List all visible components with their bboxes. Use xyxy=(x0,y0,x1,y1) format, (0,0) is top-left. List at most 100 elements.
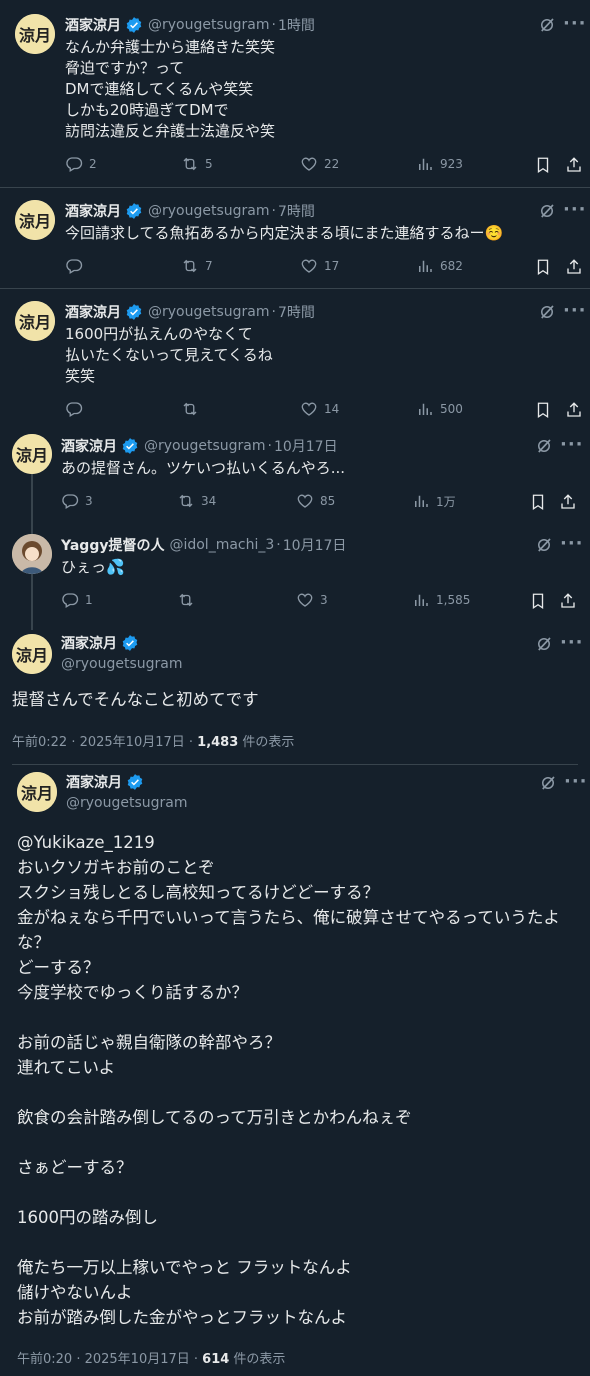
retweet-button[interactable]: 7 xyxy=(181,257,213,275)
tweet-meta: 午前0:22 · 2025年10月17日 · 1,483 件の表示 xyxy=(12,731,294,750)
avatar[interactable] xyxy=(15,301,55,341)
bookmark-icon[interactable] xyxy=(534,156,552,174)
more-icon[interactable]: ··· xyxy=(563,302,587,320)
timestamp[interactable]: 10月17日 xyxy=(283,535,347,555)
like-count: 3 xyxy=(320,593,328,607)
views-button[interactable]: 682 xyxy=(416,257,463,275)
like-icon xyxy=(300,155,318,173)
timestamp[interactable]: 1時間 xyxy=(278,15,315,35)
reply-icon xyxy=(65,400,83,418)
tweet-2[interactable]: 酒家涼月 @ryougetsugram · 7時間 ··· 今回請求してる魚拓あ… xyxy=(0,188,590,288)
tweet-text: あの提督さん。ツケいつ払いくるんやろ... xyxy=(61,459,346,477)
grok-icon[interactable] xyxy=(538,16,556,34)
grok-icon[interactable] xyxy=(535,536,553,554)
action-bar: 2 5 22 923 xyxy=(65,155,590,175)
handle-row: @ryougetsugram xyxy=(61,653,183,675)
reply-button[interactable]: 3 xyxy=(61,492,93,510)
share-icon[interactable] xyxy=(565,156,583,174)
views-icon xyxy=(416,257,434,275)
tweet-3[interactable]: 酒家涼月 @ryougetsugram · 7時間 ··· 1600円が払えんの… xyxy=(0,289,590,427)
like-button[interactable]: 3 xyxy=(296,591,328,609)
verified-badge-icon xyxy=(121,634,139,652)
grok-icon[interactable] xyxy=(539,774,557,792)
focused-tweet[interactable]: 酒家涼月 @ryougetsugram ··· 提督さんでそんなこと初めてです … xyxy=(0,628,590,763)
retweet-button[interactable]: 34 xyxy=(177,492,216,510)
display-name[interactable]: 酒家涼月 xyxy=(61,633,117,653)
grok-icon[interactable] xyxy=(535,437,553,455)
separator-dot: · xyxy=(276,537,281,553)
display-name[interactable]: 酒家涼月 xyxy=(61,436,117,456)
share-icon[interactable] xyxy=(565,258,583,276)
views-count: 614 xyxy=(202,1352,230,1367)
handle[interactable]: @ryougetsugram xyxy=(148,304,270,320)
bookmark-icon[interactable] xyxy=(534,258,552,276)
like-button[interactable]: 17 xyxy=(300,257,339,275)
views-button[interactable]: 923 xyxy=(416,155,463,173)
action-bar: 14 500 xyxy=(65,400,590,420)
retweet-button[interactable]: 5 xyxy=(181,155,213,173)
post-timestamp[interactable]: 午前0:22 · 2025年10月17日 · xyxy=(12,735,197,750)
like-icon xyxy=(300,400,318,418)
reply-button[interactable] xyxy=(65,257,89,275)
more-icon[interactable]: ··· xyxy=(564,773,588,791)
display-name-row: 酒家涼月 xyxy=(66,771,144,793)
more-icon[interactable]: ··· xyxy=(560,634,584,652)
timestamp[interactable]: 7時間 xyxy=(278,201,315,221)
bookmark-icon[interactable] xyxy=(529,493,547,511)
more-icon[interactable]: ··· xyxy=(563,15,587,33)
views-button[interactable]: 500 xyxy=(416,400,463,418)
views-icon xyxy=(412,492,430,510)
like-button[interactable]: 22 xyxy=(300,155,339,173)
like-button[interactable]: 85 xyxy=(296,492,335,510)
post-timestamp[interactable]: 午前0:20 · 2025年10月17日 · xyxy=(17,1352,202,1367)
avatar[interactable] xyxy=(17,772,57,812)
timestamp[interactable]: 10月17日 xyxy=(274,436,338,456)
views-button[interactable]: 1万 xyxy=(412,492,456,510)
timestamp[interactable]: 7時間 xyxy=(278,302,315,322)
share-icon[interactable] xyxy=(559,592,577,610)
grok-icon[interactable] xyxy=(538,202,556,220)
reply-button[interactable] xyxy=(65,400,89,418)
views-count: 500 xyxy=(440,402,463,416)
avatar[interactable] xyxy=(15,200,55,240)
more-icon[interactable]: ··· xyxy=(560,436,584,454)
more-icon[interactable]: ··· xyxy=(560,535,584,553)
bookmark-icon[interactable] xyxy=(529,592,547,610)
grok-icon[interactable] xyxy=(535,635,553,653)
avatar[interactable] xyxy=(12,634,52,674)
views-count: 1,585 xyxy=(436,593,471,607)
display-name[interactable]: Yaggy提督の人 xyxy=(61,535,164,555)
avatar[interactable] xyxy=(12,434,52,474)
quoted-tweet[interactable]: 酒家涼月 @ryougetsugram ··· @Yukikaze_1219 お… xyxy=(0,765,590,1376)
display-name[interactable]: 酒家涼月 xyxy=(65,15,121,35)
views-button[interactable]: 1,585 xyxy=(412,591,470,609)
handle[interactable]: @ryougetsugram xyxy=(66,795,188,811)
retweet-icon xyxy=(181,257,199,275)
verified-badge-icon xyxy=(126,773,144,791)
reply-button[interactable]: 2 xyxy=(65,155,97,173)
retweet-button[interactable] xyxy=(177,591,201,609)
share-icon[interactable] xyxy=(559,493,577,511)
more-icon[interactable]: ··· xyxy=(563,201,587,219)
like-button[interactable]: 14 xyxy=(300,400,339,418)
handle[interactable]: @ryougetsugram xyxy=(148,17,270,33)
tweet-4[interactable]: 酒家涼月 @ryougetsugram · 10月17日 ··· あの提督さん。… xyxy=(0,428,590,528)
display-name[interactable]: 酒家涼月 xyxy=(65,201,121,221)
handle[interactable]: @ryougetsugram xyxy=(144,438,266,454)
reply-button[interactable]: 1 xyxy=(61,591,93,609)
avatar[interactable] xyxy=(15,14,55,54)
handle[interactable]: @idol_machi_3 xyxy=(169,537,274,553)
display-name[interactable]: 酒家涼月 xyxy=(66,772,122,792)
grok-icon[interactable] xyxy=(538,303,556,321)
retweet-icon xyxy=(181,400,199,418)
retweet-button[interactable] xyxy=(181,400,205,418)
handle[interactable]: @ryougetsugram xyxy=(148,203,270,219)
share-icon[interactable] xyxy=(565,401,583,419)
tweet-5[interactable]: Yaggy提督の人 @idol_machi_3 · 10月17日 ··· ひぇっ… xyxy=(0,528,590,628)
tweet-1[interactable]: 酒家涼月 @ryougetsugram · 1時間 ··· なんか弁護士から連絡… xyxy=(0,0,590,187)
avatar[interactable] xyxy=(12,534,52,574)
tweet-text: なんか弁護士から連絡きた笑笑 脅迫ですか？って DMで連絡してくるんや笑笑 しか… xyxy=(65,38,276,140)
handle[interactable]: @ryougetsugram xyxy=(61,656,183,672)
bookmark-icon[interactable] xyxy=(534,401,552,419)
display-name[interactable]: 酒家涼月 xyxy=(65,302,121,322)
